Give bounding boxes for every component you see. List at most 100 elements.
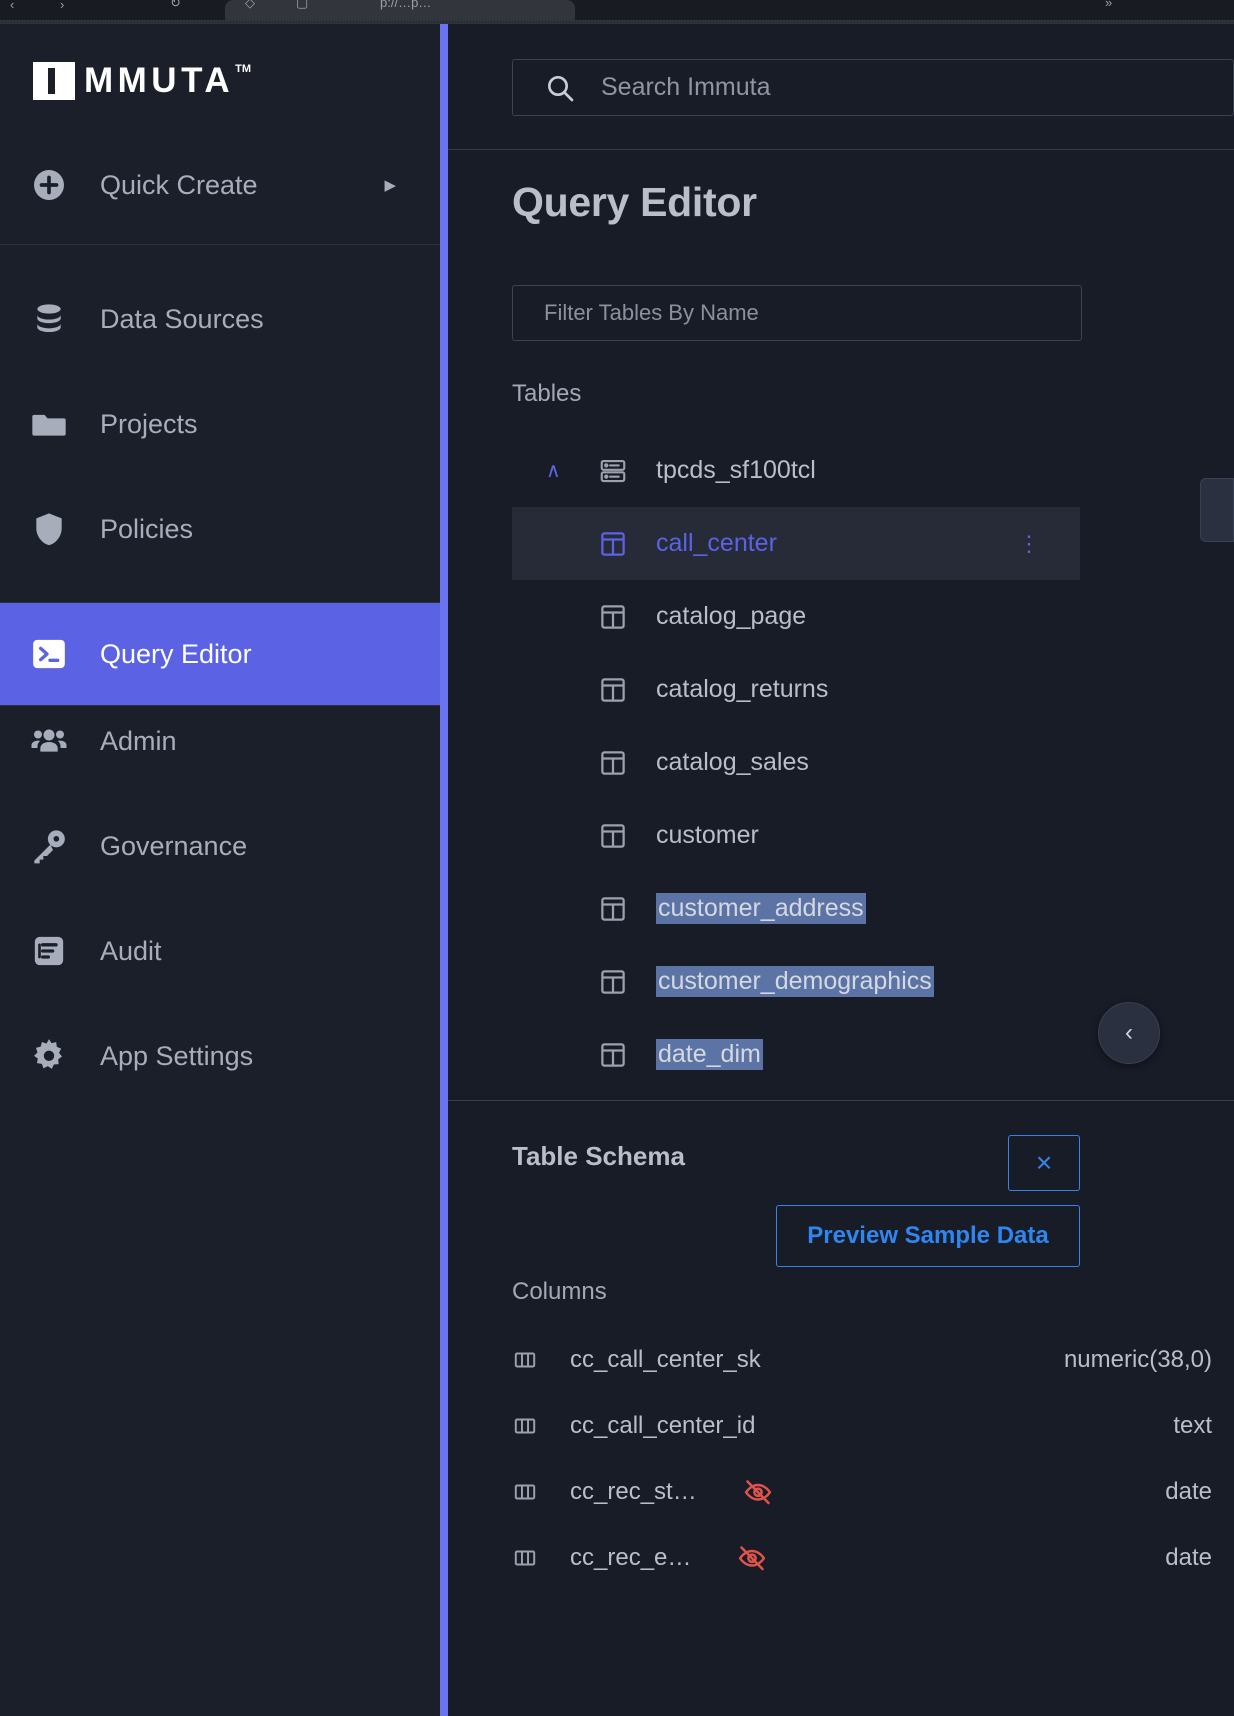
tree-table-name: customer_address — [656, 893, 866, 924]
tree-table-row[interactable]: call_center ⋮ — [512, 507, 1080, 580]
close-icon[interactable]: × — [1008, 1135, 1080, 1191]
tree-table-row[interactable]: catalog_sales — [448, 726, 1234, 799]
shield-icon — [26, 509, 72, 549]
sidebar-item-app-settings[interactable]: App Settings — [0, 1021, 440, 1091]
tree-table-row[interactable]: catalog_returns — [448, 653, 1234, 726]
tree-table-name: catalog_page — [656, 602, 807, 630]
column-name: cc_call_center_sk — [570, 1346, 761, 1373]
browser-shield-icon: ◇ — [245, 0, 255, 10]
table-row-menu-icon[interactable]: ⋮ — [1018, 532, 1040, 554]
tables-tree: ∧ tpcds_sf100tcl call_center ⋮ catalog_p… — [448, 434, 1234, 1091]
column-row[interactable]: cc_rec_st… date — [448, 1459, 1234, 1525]
search-placeholder: Search Immuta — [601, 73, 771, 101]
table-icon — [598, 821, 628, 851]
plus-circle-icon — [26, 165, 72, 205]
eye-off-icon[interactable] — [737, 1543, 767, 1573]
tables-section-label: Tables — [512, 380, 582, 407]
column-row[interactable]: cc_call_center_sk numeric(38,0) — [448, 1327, 1234, 1393]
table-icon — [598, 529, 628, 559]
tree-table-row[interactable]: customer — [448, 799, 1234, 872]
chevron-up-icon[interactable]: ∧ — [546, 458, 561, 483]
tree-table-name: customer — [656, 821, 759, 849]
column-row[interactable]: cc_rec_e… date — [448, 1525, 1234, 1591]
table-icon — [598, 602, 628, 632]
sidebar-item-label: Projects — [100, 408, 198, 439]
tree-table-name: date_dim — [656, 1039, 763, 1070]
immuta-logo[interactable]: MMUTA TM — [33, 62, 251, 100]
column-icon — [512, 1479, 542, 1505]
sidebar-divider — [0, 244, 440, 245]
tree-table-row[interactable]: customer_address — [448, 872, 1234, 945]
tree-table-name: catalog_sales — [656, 748, 809, 776]
sidebar-item-label: Governance — [100, 830, 248, 861]
sidebar-item-policies[interactable]: Policies — [0, 494, 440, 564]
sidebar-resize-handle[interactable] — [440, 24, 448, 1716]
browser-forward-icon[interactable]: › — [60, 0, 64, 11]
columns-list: cc_call_center_sk numeric(38,0) cc_call_… — [448, 1327, 1234, 1591]
tree-table-name: call_center — [656, 529, 777, 557]
users-icon — [26, 721, 72, 761]
search-input[interactable]: Search Immuta — [512, 59, 1234, 116]
sidebar-item-audit[interactable]: Audit — [0, 916, 440, 986]
chevron-right-icon: ▶ — [384, 177, 396, 194]
browser-tabstrip[interactable] — [0, 0, 1234, 20]
sidebar-item-label: Quick Create — [100, 169, 258, 200]
folder-icon — [26, 404, 72, 444]
column-icon — [512, 1347, 542, 1373]
filter-tables-input[interactable]: Filter Tables By Name — [512, 285, 1082, 341]
browser-url-text: p://…p… — [380, 0, 432, 10]
filter-tables-placeholder: Filter Tables By Name — [544, 300, 759, 325]
sidebar-item-query-editor[interactable]: Query Editor — [0, 603, 442, 705]
browser-readerview-icon[interactable]: ▢ — [296, 0, 308, 9]
table-icon — [598, 748, 628, 778]
right-panel-tab[interactable] — [1200, 478, 1234, 542]
sidebar-item-admin[interactable]: Admin — [0, 706, 440, 776]
sidebar-item-governance[interactable]: Governance — [0, 811, 440, 881]
immuta-logo-tm: TM — [235, 63, 252, 75]
browser-reload-icon[interactable]: ↻ — [170, 0, 181, 9]
sidebar-item-projects[interactable]: Projects — [0, 389, 440, 459]
browser-back-icon[interactable]: ‹ — [10, 0, 14, 11]
table-icon — [598, 894, 628, 924]
table-icon — [598, 1040, 628, 1070]
terminal-icon — [26, 634, 72, 674]
column-row[interactable]: cc_call_center_id text — [448, 1393, 1234, 1459]
tree-schema-row[interactable]: ∧ tpcds_sf100tcl — [448, 434, 1234, 507]
columns-section-label: Columns — [512, 1278, 607, 1305]
column-type: date — [1165, 1478, 1212, 1505]
sidebar-item-label: App Settings — [100, 1040, 254, 1071]
preview-sample-data-button[interactable]: Preview Sample Data — [776, 1205, 1080, 1267]
main-content: Search Immuta Query Editor Filter Tables… — [448, 24, 1234, 1716]
sidebar-item-label: Audit — [100, 935, 162, 966]
collapse-panel-button[interactable]: ‹ — [1098, 1002, 1160, 1064]
column-type: text — [1173, 1412, 1212, 1439]
immuta-logo-mark-icon — [33, 62, 75, 100]
column-icon — [512, 1545, 542, 1571]
table-icon — [598, 675, 628, 705]
sidebar-item-data-sources[interactable]: Data Sources — [0, 284, 440, 354]
column-name: cc_rec_e… — [570, 1544, 692, 1571]
sidebar-item-label: Query Editor — [100, 638, 252, 669]
browser-overflow-icon[interactable]: » — [1105, 0, 1112, 9]
sidebar-item-quick-create[interactable]: Quick Create ▶ — [0, 150, 440, 220]
tree-schema-name: tpcds_sf100tcl — [656, 456, 816, 484]
tree-table-name: catalog_returns — [656, 675, 829, 703]
sidebar-item-label: Policies — [100, 513, 194, 544]
column-name: cc_rec_st… — [570, 1478, 697, 1505]
eye-off-icon[interactable] — [743, 1477, 773, 1507]
page-title: Query Editor — [512, 179, 757, 225]
sidebar-item-label: Admin — [100, 725, 177, 756]
table-schema-panel: Table Schema × Preview Sample Data Colum… — [448, 1100, 1234, 1716]
column-icon — [512, 1413, 542, 1439]
key-icon — [26, 826, 72, 866]
gear-icon — [26, 1036, 72, 1076]
table-schema-title: Table Schema — [512, 1141, 685, 1171]
browser-chrome: ‹ › ↻ ◇ ▢ p://…p… » — [0, 0, 1234, 24]
server-icon — [598, 456, 628, 486]
search-icon — [544, 72, 576, 104]
tree-table-name: customer_demographics — [656, 966, 934, 997]
column-type: numeric(38,0) — [1063, 1346, 1212, 1373]
database-icon — [26, 299, 72, 339]
tree-table-row[interactable]: catalog_page — [448, 580, 1234, 653]
immuta-logo-text: MMUTA — [84, 61, 235, 100]
